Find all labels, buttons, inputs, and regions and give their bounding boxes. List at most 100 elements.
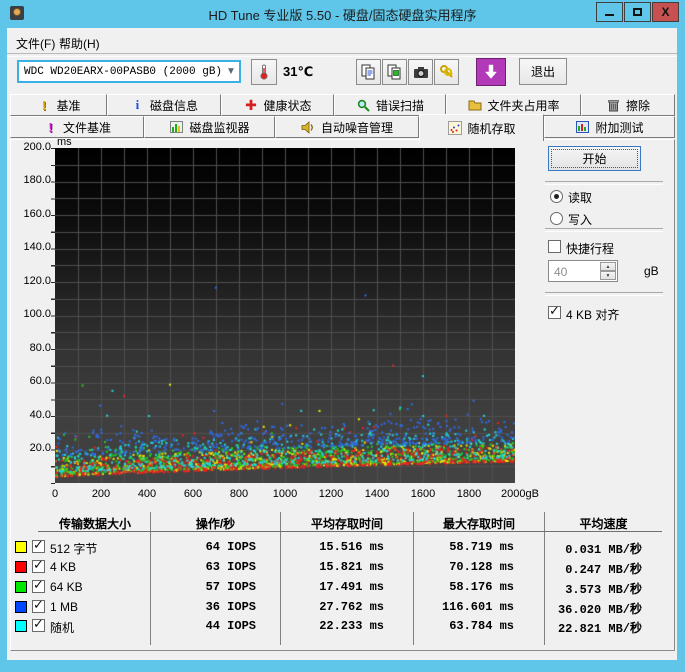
series-label: 512 字节 <box>50 542 98 556</box>
tab-disk-monitor[interactable]: 磁盘监视器 <box>144 116 275 138</box>
series-swatch-64kb <box>15 581 27 593</box>
tab-folder-usage[interactable]: 文件夹占用率 <box>446 94 581 116</box>
y-tick-label: 140.0 <box>23 241 51 253</box>
magnifier-icon <box>356 98 371 112</box>
avg-access-value: 15.821 ms <box>319 560 384 574</box>
spin-down-button[interactable]: ▼ <box>600 271 616 280</box>
info-icon: i <box>135 97 140 112</box>
keys-button[interactable] <box>434 59 459 85</box>
write-radio[interactable] <box>550 212 563 225</box>
tab-disk-info[interactable]: i 磁盘信息 <box>107 94 221 116</box>
series-checkbox-512b[interactable]: ✓ <box>32 538 45 553</box>
copy-image-button[interactable] <box>382 59 407 85</box>
tab-error-scan[interactable]: 错误扫描 <box>334 94 446 116</box>
screenshot-button[interactable] <box>408 59 433 85</box>
write-radio-label[interactable]: 写入 <box>568 211 592 228</box>
title-bar: HD Tune 专业版 5.50 - 硬盘/固态硬盘实用程序 X <box>0 0 685 28</box>
avg-speed-value: 0.247 MB/秒 <box>565 563 642 577</box>
speaker-icon <box>301 120 316 134</box>
tab-label: 健康状态 <box>263 98 312 113</box>
benchmark-icon: ! <box>41 97 47 113</box>
menu-separator <box>7 53 677 57</box>
temperature-value: 31℃ <box>283 64 314 79</box>
temperature-button[interactable] <box>251 59 277 85</box>
series-checkbox-64kb[interactable]: ✓ <box>32 578 45 593</box>
series-label: 1 MB <box>50 600 79 614</box>
copy-text-icon <box>361 64 375 80</box>
tab-label: 擦除 <box>625 98 650 113</box>
menu-bar: 文件(F) 帮助(H) <box>7 30 677 52</box>
tab-file-benchmark[interactable]: ! 文件基准 <box>10 116 144 138</box>
y-tick-label: 120.0 <box>23 275 51 287</box>
drive-select[interactable]: WDC WD20EARX-00PASB0 (2000 gB) ▼ <box>17 60 241 83</box>
series-swatch-512b <box>15 541 27 553</box>
series-label: 64 KB <box>50 580 83 594</box>
tab-aam[interactable]: 自动噪音管理 <box>275 116 419 138</box>
chevron-down-icon: ▼ <box>226 66 236 77</box>
align-4kb-label[interactable]: 4 KB 对齐 <box>566 306 619 323</box>
short-stroke-checkbox[interactable]: ✓ <box>548 240 561 253</box>
copy-text-button[interactable] <box>356 59 381 85</box>
short-stroke-size-value: 40 <box>554 265 568 279</box>
check-icon: ✓ <box>549 303 560 318</box>
col-header-avg-speed: 平均速度 <box>579 517 628 531</box>
avg-access-value: 15.516 ms <box>319 540 384 554</box>
series-swatch-1mb <box>15 601 27 613</box>
align-4kb-checkbox[interactable]: ✓ <box>548 303 561 319</box>
max-access-value: 58.176 ms <box>449 580 514 594</box>
exit-button-label: 退出 <box>530 65 555 79</box>
col-header-max-access: 最大存取时间 <box>442 517 515 531</box>
maximize-button[interactable] <box>624 2 651 22</box>
tab-label: 自动噪音管理 <box>320 120 393 135</box>
tab-random-access[interactable]: 随机存取 <box>419 114 544 141</box>
series-checkbox-1mb[interactable]: ✓ <box>32 597 45 613</box>
update-button[interactable] <box>476 58 506 86</box>
radio-dot <box>554 194 559 199</box>
tab-label: 随机存取 <box>467 121 516 136</box>
keys-icon <box>439 65 453 78</box>
read-radio-label[interactable]: 读取 <box>568 189 592 206</box>
y-axis-unit: ms <box>57 136 72 148</box>
folder-icon <box>467 98 482 112</box>
tab-erase[interactable]: 擦除 <box>581 94 675 116</box>
iops-value: 64 IOPS <box>205 540 256 554</box>
max-access-value: 116.601 ms <box>441 600 514 614</box>
focus-rect <box>551 149 638 168</box>
check-icon: ✓ <box>33 597 44 612</box>
series-swatch-random <box>15 620 27 632</box>
series-checkbox-4kb[interactable]: ✓ <box>32 558 45 573</box>
spin-up-button[interactable]: ▲ <box>600 262 616 271</box>
minimize-button[interactable] <box>596 2 623 22</box>
iops-value: 57 IOPS <box>205 580 256 594</box>
random-access-scatter-chart <box>55 148 515 483</box>
menu-file[interactable]: 文件(F) <box>12 33 59 54</box>
short-stroke-size-input[interactable]: 40 ▲ ▼ <box>548 260 618 282</box>
col-header-avg-access: 平均存取时间 <box>310 517 383 531</box>
download-arrow-icon <box>484 64 498 79</box>
x-tick-label: 1800 <box>456 488 482 500</box>
x-tick-label: 2000gB <box>501 488 539 500</box>
avg-access-value: 17.491 ms <box>319 580 384 594</box>
avg-access-value: 22.233 ms <box>319 619 384 633</box>
menu-help[interactable]: 帮助(H) <box>55 33 104 54</box>
exit-button[interactable]: 退出 <box>519 58 567 85</box>
tab-health[interactable]: ✚ 健康状态 <box>221 94 334 116</box>
read-radio[interactable] <box>550 190 563 203</box>
minimize-icon <box>605 14 614 16</box>
separator <box>545 181 663 185</box>
tab-extra-tests[interactable]: 附加测试 <box>544 116 675 138</box>
max-access-value: 63.784 ms <box>449 619 514 633</box>
y-tick-label: 80.0 <box>29 342 51 354</box>
window-title: HD Tune 专业版 5.50 - 硬盘/固态硬盘实用程序 <box>208 8 477 23</box>
header-divider <box>38 531 662 532</box>
start-button[interactable]: 开始 <box>548 146 641 171</box>
avg-speed-value: 0.031 MB/秒 <box>565 543 642 557</box>
series-checkbox-random[interactable]: ✓ <box>32 617 45 632</box>
short-stroke-label[interactable]: 快捷行程 <box>566 240 614 257</box>
avg-access-value: 27.762 ms <box>319 600 384 614</box>
col-header-iops: 操作/秒 <box>195 517 236 531</box>
tab-label: 磁盘信息 <box>149 98 198 113</box>
close-button[interactable]: X <box>652 2 679 22</box>
tab-benchmark[interactable]: ! 基准 <box>10 94 107 116</box>
hdtune-window: HD Tune 专业版 5.50 - 硬盘/固态硬盘实用程序 X 文件(F) 帮… <box>0 0 685 672</box>
